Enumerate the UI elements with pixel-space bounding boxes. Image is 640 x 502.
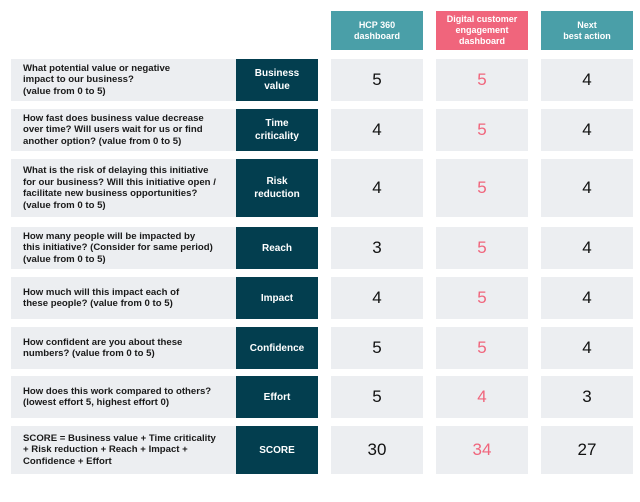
value-cell: 5 <box>436 327 528 369</box>
header-digital-customer-engagement: Digital customer engagement dashboard <box>436 11 528 50</box>
value-cell: 4 <box>541 109 633 151</box>
score-formula: SCORE = Business value + Time criticalit… <box>11 426 236 474</box>
value-cell: 4 <box>331 277 423 319</box>
value-cell: 4 <box>541 59 633 101</box>
table-row-effort: How does this work compared to others? (… <box>0 376 640 418</box>
value-cell: 3 <box>541 376 633 418</box>
table-row-score: SCORE = Business value + Time criticalit… <box>0 426 640 474</box>
criterion-label: Impact <box>236 277 318 319</box>
table-row-impact: How much will this impact each of these … <box>0 277 640 319</box>
score-cell: 30 <box>331 426 423 474</box>
score-label: SCORE <box>236 426 318 474</box>
score-cell: 27 <box>541 426 633 474</box>
question-text: How many people will be impacted by this… <box>11 227 236 269</box>
question-text: How does this work compared to others? (… <box>11 376 236 418</box>
value-cell: 4 <box>541 227 633 269</box>
score-cell: 34 <box>436 426 528 474</box>
criterion-label: Business value <box>236 59 318 101</box>
criterion-label: Risk reduction <box>236 159 318 217</box>
header-next-best-action: Next best action <box>541 11 633 50</box>
value-cell: 5 <box>436 277 528 319</box>
table-row-confidence: How confident are you about these number… <box>0 327 640 369</box>
criterion-label: Time criticality <box>236 109 318 151</box>
question-text: How much will this impact each of these … <box>11 277 236 319</box>
table-row-time-criticality: How fast does business value decrease ov… <box>0 109 640 151</box>
value-cell: 4 <box>436 376 528 418</box>
table-row-risk-reduction: What is the risk of delaying this initia… <box>0 159 640 217</box>
value-cell: 4 <box>541 327 633 369</box>
value-cell: 5 <box>331 376 423 418</box>
question-text: What potential value or negative impact … <box>11 59 236 101</box>
question-text: What is the risk of delaying this initia… <box>11 159 236 217</box>
value-cell: 5 <box>436 159 528 217</box>
value-cell: 4 <box>331 109 423 151</box>
criterion-label: Confidence <box>236 327 318 369</box>
table-row-reach: How many people will be impacted by this… <box>0 227 640 269</box>
value-cell: 4 <box>541 277 633 319</box>
criterion-label: Reach <box>236 227 318 269</box>
value-cell: 5 <box>436 109 528 151</box>
value-cell: 5 <box>331 59 423 101</box>
table-row-business-value: What potential value or negative impact … <box>0 59 640 101</box>
value-cell: 5 <box>436 227 528 269</box>
value-cell: 5 <box>331 327 423 369</box>
value-cell: 4 <box>331 159 423 217</box>
criterion-label: Effort <box>236 376 318 418</box>
value-cell: 3 <box>331 227 423 269</box>
value-cell: 4 <box>541 159 633 217</box>
question-text: How fast does business value decrease ov… <box>11 109 236 151</box>
header-hcp-360: HCP 360 dashboard <box>331 11 423 50</box>
question-text: How confident are you about these number… <box>11 327 236 369</box>
value-cell: 5 <box>436 59 528 101</box>
